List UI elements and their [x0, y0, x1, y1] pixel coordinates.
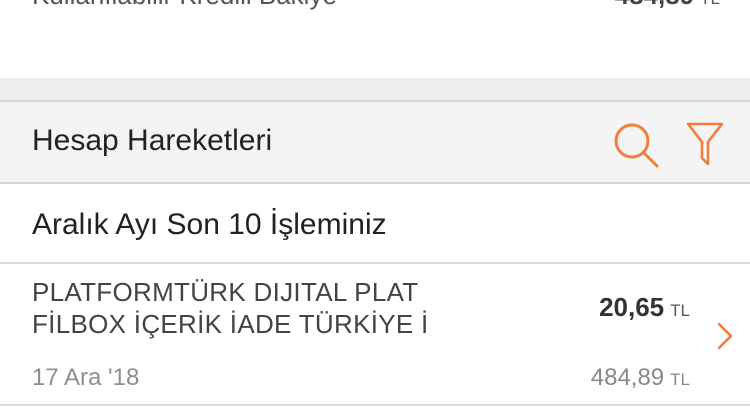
account-movements-title: Hesap Hareketleri [32, 124, 273, 157]
available-balance-amount: 484,89 TL [615, 0, 720, 11]
transaction-description-line2: FİLBOX İÇERİK İADE TÜRKİYE İ [32, 309, 429, 339]
transaction-balance-currency: TL [670, 370, 690, 389]
transaction-amount: 20,65 TL [599, 292, 690, 323]
transaction-description: PLATFORMTÜRK DIJITAL PLAT FİLBOX İÇERİK … [32, 276, 492, 340]
available-balance-currency: TL [700, 0, 720, 8]
recent-transactions-header: Aralık Ayı Son 10 İşleminiz [0, 184, 750, 264]
transaction-row[interactable]: PLATFORMTÜRK DIJITAL PLAT FİLBOX İÇERİK … [0, 264, 750, 404]
transaction-balance: 484,89 TL [591, 364, 690, 392]
recent-transactions-title: Aralık Ayı Son 10 İşleminiz [32, 208, 387, 241]
search-button[interactable] [610, 120, 662, 170]
available-balance-label: Kullanılabilir Kredili Bakiye [32, 0, 337, 11]
transaction-amount-currency: TL [670, 301, 690, 320]
filter-icon [686, 122, 724, 166]
available-balance-card: Kullanılabilir Kredili Bakiye 484,89 TL [0, 0, 750, 78]
transaction-amount-value: 20,65 [599, 292, 665, 322]
section-separator [0, 78, 750, 100]
row-divider [0, 404, 750, 406]
transaction-balance-value: 484,89 [590, 364, 665, 391]
account-movements-header: Hesap Hareketleri [0, 100, 750, 184]
available-balance-value: 484,89 [615, 0, 695, 10]
chevron-right-icon [717, 322, 733, 350]
transaction-description-line1: PLATFORMTÜRK DIJITAL PLAT [32, 277, 419, 307]
transaction-date: 17 Ara '18 [32, 364, 140, 391]
filter-button[interactable] [684, 120, 726, 170]
search-icon [614, 123, 659, 168]
